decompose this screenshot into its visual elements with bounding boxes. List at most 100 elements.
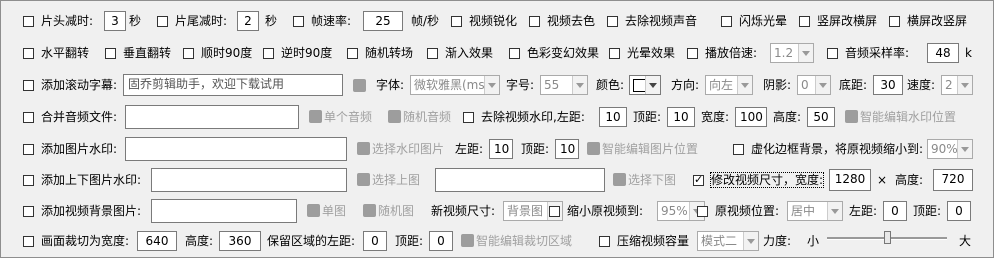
watermark-height-input[interactable]: 50 xyxy=(807,107,835,127)
flip-horizontal-checkbox[interactable]: 水平翻转 xyxy=(23,43,89,63)
checkbox-box[interactable] xyxy=(733,144,744,155)
single-audio-button[interactable]: 单个音频 xyxy=(309,107,372,127)
checkbox-box[interactable] xyxy=(799,16,810,27)
checkbox-box[interactable] xyxy=(697,206,708,217)
image-left-input[interactable]: 10 xyxy=(489,139,513,159)
remove-watermark-checkbox[interactable]: 去除视频水印,左距: xyxy=(463,107,585,127)
checkbox-box[interactable] xyxy=(693,171,704,189)
checkbox-box[interactable] xyxy=(509,48,520,59)
top-image-path-input[interactable] xyxy=(151,168,347,192)
size-select[interactable]: 55 xyxy=(540,75,588,95)
crop-width-input[interactable]: 640 xyxy=(137,231,177,251)
checkbox-box[interactable] xyxy=(23,175,34,186)
image-top-input[interactable]: 10 xyxy=(555,139,579,159)
smart-image-position-button[interactable]: 智能编辑图片位置 xyxy=(587,139,698,159)
flip-vertical-checkbox[interactable]: 垂直翻转 xyxy=(105,43,171,63)
keep-left-input[interactable]: 0 xyxy=(363,231,387,251)
font-select[interactable]: 微软雅黑(msy xyxy=(410,75,500,95)
merge-audio-checkbox[interactable]: 合并音频文件: xyxy=(23,107,117,127)
scroll-subtitle-checkbox[interactable]: 添加滚动字幕: xyxy=(23,75,117,95)
choose-top-image-button[interactable]: 选择上图 xyxy=(357,170,420,190)
trim-start-checkbox[interactable]: 片头减时: xyxy=(23,11,93,31)
slider-thumb[interactable] xyxy=(884,231,891,244)
top-bottom-watermark-checkbox[interactable]: 添加上下图片水印: xyxy=(23,170,141,190)
smart-watermark-button[interactable]: 智能编辑水印位置 xyxy=(845,107,956,127)
smart-crop-button[interactable]: 智能编辑裁切区域 xyxy=(461,231,572,251)
checkbox-box[interactable] xyxy=(427,48,438,59)
checkbox-box[interactable] xyxy=(549,206,560,217)
fade-in-checkbox[interactable]: 渐入效果 xyxy=(427,43,493,63)
checkbox-box[interactable] xyxy=(183,48,194,59)
checkbox-box[interactable] xyxy=(293,16,304,27)
checkbox-box[interactable] xyxy=(23,112,34,123)
checkbox-box[interactable] xyxy=(23,16,34,27)
checkbox-box[interactable] xyxy=(827,48,838,59)
strength-slider[interactable] xyxy=(827,229,947,253)
trim-end-input[interactable]: 2 xyxy=(237,11,259,31)
shrink-video-checkbox[interactable]: 缩小原视频到: xyxy=(549,201,643,221)
video-position-select[interactable]: 居中 xyxy=(787,201,843,221)
direction-select[interactable]: 向左 xyxy=(705,75,753,95)
color-effect-checkbox[interactable]: 色彩变幻效果 xyxy=(509,43,599,63)
checkbox-box[interactable] xyxy=(23,144,34,155)
background-image-path-input[interactable] xyxy=(151,199,297,223)
checkbox-box[interactable] xyxy=(263,48,274,59)
checkbox-box[interactable] xyxy=(609,48,620,59)
text-edit-icon[interactable] xyxy=(353,79,366,92)
resize-width-input[interactable]: 1280 xyxy=(829,169,871,191)
crop-height-input[interactable]: 360 xyxy=(219,231,261,251)
checkbox-box[interactable] xyxy=(23,206,34,217)
blur-border-checkbox[interactable]: 虚化边框背景，将原视频缩小到: xyxy=(733,139,923,159)
subtitle-text-input[interactable]: 固乔剪辑助手，欢迎下载试用 xyxy=(123,74,343,96)
play-speed-select[interactable]: 1.2 xyxy=(770,43,814,63)
crop-checkbox[interactable]: 画面裁切为宽度: xyxy=(23,231,129,251)
compress-mode-select[interactable]: 模式二 xyxy=(697,231,759,251)
color-select[interactable] xyxy=(629,75,661,95)
checkbox-box[interactable] xyxy=(463,112,474,123)
light-effect-checkbox[interactable]: 光晕效果 xyxy=(609,43,675,63)
random-image-button[interactable]: 随机图 xyxy=(363,201,414,221)
sample-rate-input[interactable]: 48 xyxy=(927,43,959,63)
watermark-left-input[interactable]: 10 xyxy=(599,107,627,127)
frame-rate-checkbox[interactable]: 帧速率: xyxy=(293,11,351,31)
watermark-top-input[interactable]: 10 xyxy=(667,107,695,127)
flash-halo-checkbox[interactable]: 闪烁光晕 xyxy=(721,11,787,31)
random-transition-checkbox[interactable]: 随机转场 xyxy=(347,43,413,63)
checkbox-box[interactable] xyxy=(347,48,358,59)
portrait-to-landscape-checkbox[interactable]: 竖屏改横屏 xyxy=(799,11,877,31)
sample-rate-checkbox[interactable]: 音频采样率: xyxy=(827,43,909,63)
desaturate-checkbox[interactable]: 视频去色 xyxy=(529,11,595,31)
remove-audio-checkbox[interactable]: 去除视频声音 xyxy=(607,11,697,31)
image-watermark-path-input[interactable] xyxy=(125,137,347,161)
blur-shrink-select[interactable]: 90% xyxy=(927,139,973,159)
merge-audio-path-input[interactable] xyxy=(125,105,299,129)
bg-top-input[interactable]: 0 xyxy=(947,201,971,221)
checkbox-box[interactable] xyxy=(451,16,462,27)
checkbox-box[interactable] xyxy=(607,16,618,27)
crop-top-input[interactable]: 0 xyxy=(429,231,453,251)
resize-video-checkbox[interactable]: 修改视频尺寸，宽度: xyxy=(693,170,825,190)
background-image-checkbox[interactable]: 添加视频背景图片: xyxy=(23,201,141,221)
frame-rate-input[interactable]: 25 xyxy=(363,11,403,31)
random-audio-button[interactable]: 随机音频 xyxy=(388,107,451,127)
bottom-margin-input[interactable]: 30 xyxy=(873,75,903,95)
checkbox-box[interactable] xyxy=(889,16,900,27)
checkbox-box[interactable] xyxy=(23,80,34,91)
checkbox-box[interactable] xyxy=(599,236,610,247)
checkbox-box[interactable] xyxy=(687,48,698,59)
resize-height-input[interactable]: 720 xyxy=(933,169,973,191)
landscape-to-portrait-checkbox[interactable]: 横屏改竖屏 xyxy=(889,11,967,31)
checkbox-box[interactable] xyxy=(721,16,732,27)
video-position-checkbox[interactable]: 原视频位置: xyxy=(697,201,779,221)
rotate-cw-checkbox[interactable]: 顺时90度 xyxy=(183,43,252,63)
single-image-button[interactable]: 单图 xyxy=(307,201,346,221)
checkbox-box[interactable] xyxy=(157,16,168,27)
rotate-ccw-checkbox[interactable]: 逆时90度 xyxy=(263,43,332,63)
play-speed-checkbox[interactable]: 播放倍速: xyxy=(687,43,757,63)
checkbox-box[interactable] xyxy=(23,48,34,59)
sharpen-checkbox[interactable]: 视频锐化 xyxy=(451,11,517,31)
choose-bottom-image-button[interactable]: 选择下图 xyxy=(613,170,676,190)
checkbox-box[interactable] xyxy=(105,48,116,59)
checkbox-box[interactable] xyxy=(529,16,540,27)
watermark-width-input[interactable]: 100 xyxy=(735,107,767,127)
